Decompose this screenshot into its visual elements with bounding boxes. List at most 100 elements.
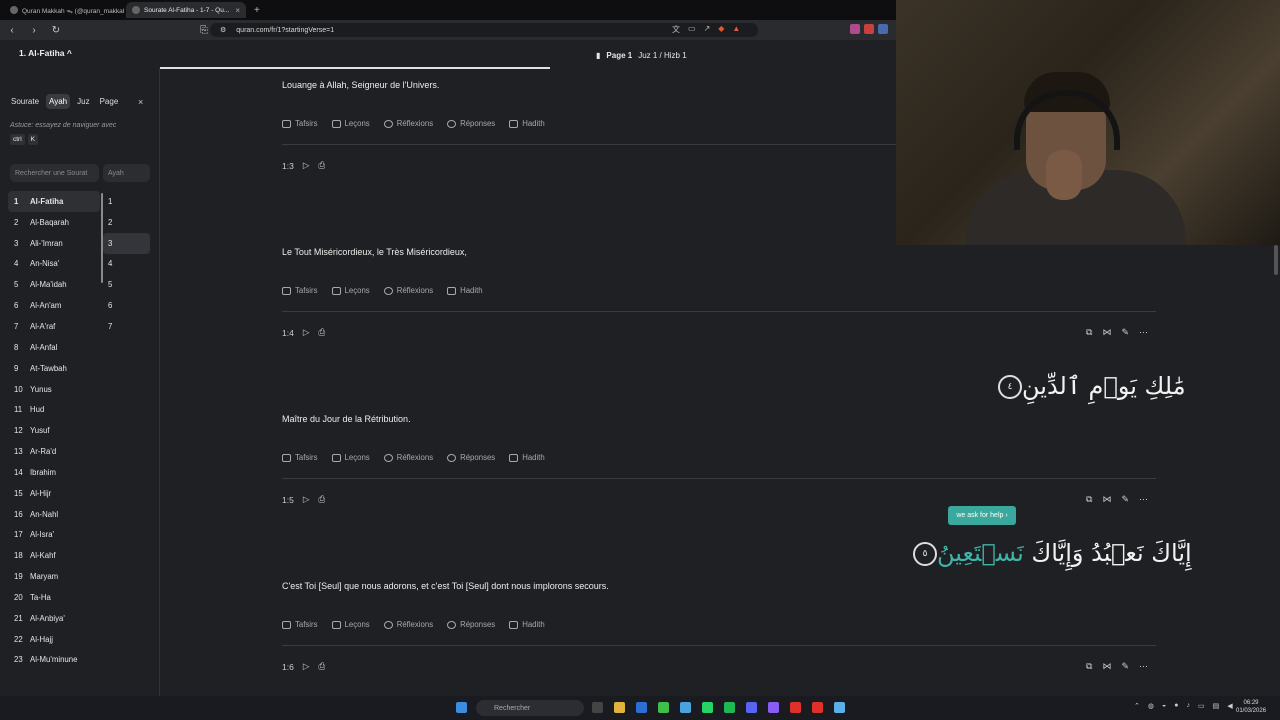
surah-search-input[interactable]: Rechercher une Sourat xyxy=(10,164,99,182)
cast-icon[interactable]: ▭ xyxy=(688,24,696,35)
surah-list-item[interactable]: 22 Al-Hajj xyxy=(8,629,100,650)
extension-icon[interactable] xyxy=(878,24,888,34)
surah-list-item[interactable]: 18 Al-Kahf xyxy=(8,545,100,566)
taskbar-search[interactable]: Rechercher xyxy=(476,700,584,716)
ayah-search-input[interactable]: Ayah xyxy=(103,164,150,182)
translate-icon[interactable]: 文 xyxy=(672,24,680,35)
surah-list-item[interactable]: 10 Yunus xyxy=(8,379,100,400)
surah-list-item[interactable]: 21 Al-Anbiya' xyxy=(8,608,100,629)
microphone-icon[interactable]: ♪ xyxy=(1186,702,1190,710)
browser-tab-al-fatiha[interactable]: Sourate Al-Fatiha - 1-7 - Qu... × xyxy=(126,2,246,18)
verse-key[interactable]: 1:4 xyxy=(282,328,294,338)
more-icon[interactable]: ⋯ xyxy=(1139,494,1148,505)
close-tab-icon[interactable]: × xyxy=(235,6,240,15)
surah-list-item[interactable]: 16 An-Nahl xyxy=(8,504,100,525)
tafsirs-button[interactable]: Tafsirs xyxy=(282,286,318,295)
surah-list-item[interactable]: 8 Al-Anfal xyxy=(8,337,100,358)
verse-4-arabic-text[interactable]: مَٰلِكِ يَوۡمِ ٱلدِّينِ xyxy=(1022,372,1186,400)
reponses-button[interactable]: Réponses xyxy=(447,453,495,462)
tab-page[interactable]: Page xyxy=(97,94,122,109)
start-icon[interactable] xyxy=(456,702,467,713)
whatsapp-icon[interactable] xyxy=(702,702,713,713)
lecons-button[interactable]: Leçons xyxy=(331,119,370,128)
copy-icon[interactable]: ⧉ xyxy=(1086,327,1092,338)
extension-icon[interactable] xyxy=(850,24,860,34)
page-scrollbar[interactable] xyxy=(1274,245,1278,275)
chevron-up-icon[interactable]: ⌃ xyxy=(1134,702,1140,710)
verse-key[interactable]: 1:3 xyxy=(282,161,294,171)
notepad-icon[interactable] xyxy=(834,702,845,713)
taskbar-clock[interactable]: 06:29 01/03/2026 xyxy=(1236,699,1266,715)
bookmark-icon[interactable]: ⎙ xyxy=(318,661,325,672)
play-icon[interactable]: ▷ xyxy=(303,494,310,505)
ayah-list-item[interactable]: 6 xyxy=(103,295,150,316)
ayah-list-item[interactable]: 7 xyxy=(103,316,150,337)
app-icon[interactable] xyxy=(768,702,779,713)
bookmark-icon[interactable]: ⎙ xyxy=(318,494,325,505)
task-view-icon[interactable] xyxy=(592,702,603,713)
surah-list-item[interactable]: 9 At-Tawbah xyxy=(8,358,100,379)
discord-icon[interactable] xyxy=(746,702,757,713)
obs-icon[interactable] xyxy=(790,702,801,713)
surah-list-item[interactable]: 20 Ta-Ha xyxy=(8,587,100,608)
ayah-list-item[interactable]: 5 xyxy=(103,274,150,295)
more-icon[interactable]: ⋯ xyxy=(1139,327,1148,338)
lecons-button[interactable]: Leçons xyxy=(331,286,370,295)
bookmark-icon[interactable]: ⎙ xyxy=(318,160,325,171)
reponses-button[interactable]: Réponses xyxy=(447,620,495,629)
extension-icon[interactable] xyxy=(864,24,874,34)
note-icon[interactable]: ✎ xyxy=(1121,494,1129,505)
tafsirs-button[interactable]: Tafsirs xyxy=(282,620,318,629)
hovered-word[interactable]: نَسۡتَعِينُ xyxy=(937,539,1024,567)
browser-tab-quran-makkah[interactable]: Quran Makkah ᯓ (@quran_makkah... xyxy=(4,2,124,18)
reload-icon[interactable]: ↻ xyxy=(50,25,62,36)
bookmark-icon[interactable]: ⎙ xyxy=(318,327,325,338)
chrome-icon[interactable] xyxy=(658,702,669,713)
play-icon[interactable]: ▷ xyxy=(303,327,310,338)
surah-list-item[interactable]: 14 Ibrahim xyxy=(8,462,100,483)
hadith-button[interactable]: Hadith xyxy=(447,286,483,295)
back-icon[interactable]: ‹ xyxy=(6,25,18,36)
surah-list-item[interactable]: 4 An-Nisa' xyxy=(8,254,100,275)
lecons-button[interactable]: Leçons xyxy=(331,453,370,462)
hadith-button[interactable]: Hadith xyxy=(509,620,545,629)
play-icon[interactable]: ▷ xyxy=(303,661,310,672)
surah-list-item[interactable]: 5 Al-Ma'idah xyxy=(8,274,100,295)
spotify-icon[interactable] xyxy=(724,702,735,713)
volume-icon[interactable]: ◀ xyxy=(1227,702,1232,710)
ayah-list-item[interactable]: 2 xyxy=(103,212,150,233)
surah-list-item[interactable]: 11 Hud xyxy=(8,399,100,420)
network-icon[interactable]: ▤ xyxy=(1213,702,1220,710)
reflexions-button[interactable]: Réflexions xyxy=(383,119,433,128)
tab-juz[interactable]: Juz xyxy=(74,94,92,109)
verse-key[interactable]: 1:5 xyxy=(282,495,294,505)
verse-key[interactable]: 1:6 xyxy=(282,662,294,672)
file-explorer-icon[interactable] xyxy=(614,702,625,713)
surah-list-item[interactable]: 1 Al-Fatiha xyxy=(8,191,100,212)
new-tab-button[interactable]: + xyxy=(248,5,266,16)
surah-list-item[interactable]: 17 Al-Isra' xyxy=(8,525,100,546)
bookmark-icon[interactable]: ▮ xyxy=(596,51,600,60)
hadith-button[interactable]: Hadith xyxy=(509,119,545,128)
telegram-icon[interactable] xyxy=(680,702,691,713)
reponses-button[interactable]: Réponses xyxy=(447,119,495,128)
surah-list-item[interactable]: 23 Al-Mu'minune xyxy=(8,650,100,671)
app-tray-icon[interactable]: ◍ xyxy=(1148,702,1154,710)
ayah-list-item[interactable]: 1 xyxy=(103,191,150,212)
rewards-icon[interactable]: ▲ xyxy=(732,24,740,35)
copy-icon[interactable]: ⧉ xyxy=(1086,661,1092,672)
surah-list-item[interactable]: 7 Al-A'raf xyxy=(8,316,100,337)
tab-ayah[interactable]: Ayah xyxy=(46,94,71,109)
brave-shield-icon[interactable]: ◆ xyxy=(718,24,724,35)
more-icon[interactable]: ⋯ xyxy=(1139,661,1148,672)
tab-sourate[interactable]: Sourate xyxy=(8,94,42,109)
forward-icon[interactable]: › xyxy=(28,25,40,36)
note-icon[interactable]: ✎ xyxy=(1121,327,1129,338)
share-icon[interactable]: ⋈ xyxy=(1102,327,1111,338)
share-icon[interactable]: ⋈ xyxy=(1102,494,1111,505)
hadith-button[interactable]: Hadith xyxy=(509,453,545,462)
copy-icon[interactable]: ⧉ xyxy=(1086,494,1092,505)
share-icon[interactable]: ⋈ xyxy=(1102,661,1111,672)
note-icon[interactable]: ✎ xyxy=(1121,661,1129,672)
surah-list-item[interactable]: 19 Maryam xyxy=(8,566,100,587)
